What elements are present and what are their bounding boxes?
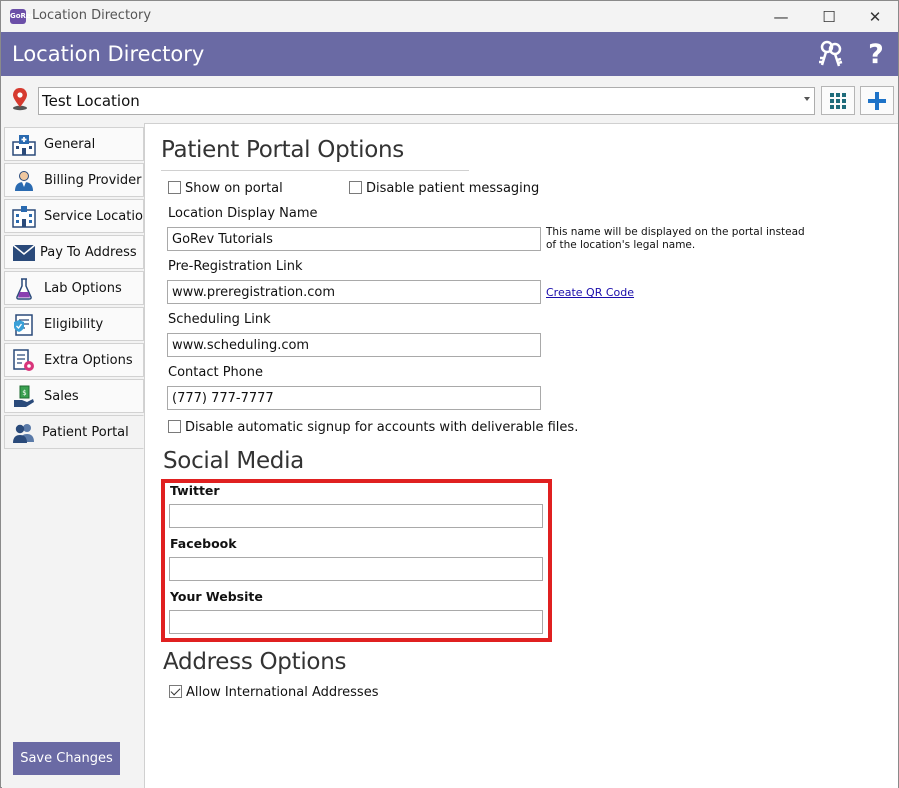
sidebar-item-label: Sales — [44, 389, 79, 404]
social-media-title: Social Media — [163, 448, 304, 474]
envelope-icon — [12, 242, 36, 264]
contact-phone-label: Contact Phone — [168, 365, 263, 380]
sidebar-item-label: Extra Options — [44, 353, 133, 368]
svg-text:$: $ — [22, 389, 26, 397]
location-pin-icon — [10, 87, 30, 111]
flask-icon — [12, 278, 36, 300]
location-dropdown-value: Test Location — [42, 92, 140, 110]
building-icon — [12, 206, 36, 228]
sidebar-item-label: Lab Options — [44, 281, 122, 296]
sidebar-item-sales[interactable]: $ Sales — [4, 379, 144, 413]
page-header: Location Directory ? — [1, 32, 898, 76]
sidebar-item-label: Billing Provider — [44, 173, 142, 188]
patient-portal-panel: Patient Portal Options Show on portal Di… — [144, 123, 898, 788]
sidebar-item-label: General — [44, 137, 96, 152]
allow-international-checkbox[interactable] — [169, 685, 182, 698]
your-website-label: Your Website — [170, 589, 263, 604]
sidebar-item-service-location[interactable]: Service Location — [4, 199, 151, 233]
grid-view-button[interactable] — [821, 86, 855, 115]
title-divider — [161, 170, 469, 171]
sidebar-item-label: Patient Portal — [42, 425, 129, 440]
sidebar-item-patient-portal[interactable]: Patient Portal — [4, 415, 144, 449]
location-directory-window: GoRev Location Directory — ☐ ✕ Location … — [0, 0, 899, 788]
disable-messaging-label: Disable patient messaging — [366, 181, 540, 196]
window-title: Location Directory — [32, 8, 152, 23]
document-gear-icon — [12, 349, 36, 372]
sidebar-item-label: Pay To Address — [40, 245, 137, 260]
your-website-input[interactable] — [169, 610, 543, 634]
twitter-input[interactable] — [169, 504, 543, 528]
sidebar: General Billing Provider Service Locatio… — [2, 123, 151, 788]
facebook-input[interactable] — [169, 557, 543, 581]
users-icon — [12, 422, 36, 444]
facebook-label: Facebook — [170, 536, 237, 551]
chevron-down-icon — [804, 97, 810, 101]
title-bar: GoRev Location Directory — ☐ ✕ — [1, 1, 898, 32]
show-on-portal-checkbox[interactable] — [168, 181, 181, 194]
close-button[interactable]: ✕ — [852, 1, 898, 32]
keys-icon[interactable] — [817, 39, 845, 69]
location-dropdown[interactable]: Test Location — [38, 87, 815, 115]
twitter-label: Twitter — [170, 483, 220, 498]
add-location-button[interactable] — [860, 86, 894, 115]
prereg-link-label: Pre-Registration Link — [168, 259, 303, 274]
grid-icon — [830, 92, 846, 109]
maximize-button[interactable]: ☐ — [806, 1, 852, 32]
display-name-input[interactable]: GoRev Tutorials — [167, 227, 541, 251]
sidebar-item-eligibility[interactable]: Eligibility — [4, 307, 144, 341]
contact-phone-input[interactable]: (777) 777-7777 — [167, 386, 541, 410]
allow-international-label: Allow International Addresses — [186, 685, 379, 700]
show-on-portal-label: Show on portal — [185, 181, 283, 196]
create-qr-code-link[interactable]: Create QR Code — [546, 286, 634, 299]
page-title: Location Directory — [12, 42, 205, 66]
display-name-hint: This name will be displayed on the porta… — [546, 226, 805, 251]
sidebar-item-label: Eligibility — [44, 317, 104, 332]
disable-messaging-checkbox[interactable] — [349, 181, 362, 194]
address-options-title: Address Options — [163, 649, 347, 675]
sidebar-item-extra-options[interactable]: Extra Options — [4, 343, 144, 377]
display-name-label: Location Display Name — [168, 206, 318, 221]
help-icon[interactable]: ? — [862, 39, 890, 70]
prereg-link-input[interactable]: www.preregistration.com — [167, 280, 541, 304]
money-hand-icon: $ — [12, 385, 36, 408]
sidebar-item-label: Service Location — [44, 209, 152, 224]
hospital-icon — [12, 134, 36, 156]
gorev-app-icon: GoRev — [10, 9, 35, 24]
checklist-shield-icon — [12, 314, 36, 336]
disable-signup-checkbox[interactable] — [168, 420, 181, 433]
sidebar-item-lab-options[interactable]: Lab Options — [4, 271, 144, 305]
scheduling-link-input[interactable]: www.scheduling.com — [167, 333, 541, 357]
doctor-icon — [12, 170, 36, 192]
disable-signup-label: Disable automatic signup for accounts wi… — [185, 420, 579, 435]
scheduling-link-label: Scheduling Link — [168, 312, 271, 327]
save-changes-button[interactable]: Save Changes — [13, 742, 120, 775]
plus-icon — [868, 91, 886, 110]
sidebar-item-general[interactable]: General — [4, 127, 144, 161]
sidebar-item-billing-provider[interactable]: Billing Provider — [4, 163, 144, 197]
patient-portal-options-title: Patient Portal Options — [161, 137, 404, 163]
minimize-button[interactable]: — — [758, 1, 804, 32]
sidebar-item-pay-to-address[interactable]: Pay To Address — [4, 235, 144, 269]
